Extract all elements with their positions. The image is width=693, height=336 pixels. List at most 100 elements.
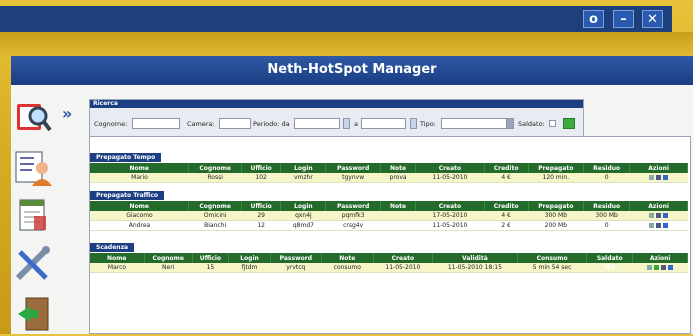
window-title-bar: o – ✕	[0, 6, 672, 32]
search-panel: Ricerca Cognome: Camera: Periodo: da a T…	[89, 99, 584, 138]
users-icon[interactable]	[14, 150, 52, 186]
actions-cell	[632, 263, 688, 273]
edit-icon[interactable]	[647, 265, 653, 270]
edit-icon[interactable]	[649, 223, 655, 228]
minimize-button[interactable]: –	[613, 10, 634, 28]
cell	[380, 211, 416, 221]
col-header: Note	[380, 201, 417, 211]
cell: q8md7	[280, 220, 326, 231]
col-header: Credito	[484, 163, 529, 173]
actions-cell	[629, 220, 688, 231]
col-header: Consumo	[517, 253, 588, 263]
date-from-input[interactable]	[294, 118, 340, 129]
search-header: Ricerca	[90, 100, 583, 108]
cell: 200 Mb	[528, 220, 584, 231]
col-header: Azioni	[632, 253, 688, 263]
scadenza-table: Nome Cognome Ufficio Login Password Note…	[90, 253, 688, 273]
save-icon[interactable]	[668, 265, 674, 270]
cell: Bianchi	[188, 220, 242, 231]
tipo-label: Tipo:	[420, 120, 436, 128]
periodo-label: Periodo: da	[253, 120, 290, 128]
renew-icon[interactable]	[654, 265, 660, 270]
cell: 15	[192, 263, 229, 273]
col-header: Login	[280, 201, 327, 211]
col-header: Azioni	[629, 163, 688, 173]
cell: 29	[241, 211, 281, 221]
save-icon[interactable]	[663, 223, 669, 228]
section-title: Scadenza	[90, 243, 135, 252]
table-row[interactable]: Marco Neri 15 fjtdm yrvtcq consumo 11-05…	[90, 263, 688, 273]
col-header: Nome	[90, 201, 190, 211]
cognome-input[interactable]	[132, 118, 180, 129]
cell: 300 Mb	[583, 211, 630, 221]
table-row[interactable]: Giacomo Omicini 29 qxn4j pqmfk3 17-05-20…	[90, 211, 688, 221]
date-to-input[interactable]	[361, 118, 406, 129]
cell: Neri	[144, 263, 193, 273]
camera-label: Camera:	[187, 120, 215, 128]
calendar-to-icon[interactable]	[410, 118, 417, 129]
print-icon[interactable]	[656, 213, 662, 218]
edit-icon[interactable]	[649, 213, 655, 218]
cell: 17-05-2010	[415, 211, 485, 221]
save-icon[interactable]	[663, 175, 669, 180]
calendar-from-icon[interactable]	[343, 118, 350, 129]
cell: 11-05-2010 18:15	[432, 263, 518, 273]
col-header: Cognome	[188, 163, 242, 173]
cell: 0	[583, 220, 630, 231]
col-header: Creato	[373, 253, 433, 263]
cell: Omicini	[188, 211, 242, 221]
col-header: Nome	[90, 163, 190, 173]
save-icon[interactable]	[663, 213, 669, 218]
chevron-down-icon[interactable]	[506, 118, 514, 129]
col-header: Creato	[415, 163, 485, 173]
col-header: Ufficio	[241, 201, 282, 211]
col-header: Nome	[90, 253, 145, 263]
print-icon[interactable]	[656, 223, 662, 228]
settings-icon[interactable]	[14, 246, 52, 282]
cell: pqmfk3	[325, 211, 381, 221]
col-header: Saldato	[586, 253, 634, 263]
edit-icon[interactable]	[649, 175, 655, 180]
search-button[interactable]	[563, 118, 575, 129]
cell: yrvtcq	[270, 263, 322, 273]
close-button[interactable]: ✕	[642, 10, 663, 28]
app-title: Neth-HotSpot Manager	[267, 62, 437, 77]
cell: 5 min 54 sec	[517, 263, 587, 273]
col-header: Residuo	[583, 163, 631, 173]
col-header: Cognome	[188, 201, 242, 211]
reports-icon[interactable]	[16, 198, 54, 234]
cell: 300 Mb	[528, 211, 584, 221]
search-icon[interactable]	[14, 98, 52, 134]
to-label: a	[354, 120, 358, 128]
exit-icon[interactable]	[16, 296, 54, 332]
col-header: Azioni	[629, 201, 688, 211]
section-title: Prepagato Tempo	[90, 153, 162, 162]
window-menu-button[interactable]: o	[583, 10, 604, 28]
col-header: Creato	[415, 201, 485, 211]
traffico-table: Nome Cognome Ufficio Login Password Note…	[90, 201, 688, 231]
cell: Andrea	[90, 220, 189, 231]
cell: 11-05-2010	[415, 220, 485, 231]
camera-input[interactable]	[219, 118, 251, 129]
cell: 11-05-2010	[373, 263, 433, 273]
col-header: Prepagato	[528, 163, 585, 173]
saldato-label: Saldato:	[518, 120, 545, 128]
saldato-checkbox[interactable]	[549, 120, 556, 127]
background-band	[0, 32, 693, 56]
table-row[interactable]: Andrea Bianchi 12 q8md7 crsg4v 11-05-201…	[90, 220, 688, 231]
section-scadenza: Scadenza Nome Cognome Ufficio Login Pass…	[90, 234, 688, 273]
print-icon[interactable]	[661, 265, 667, 270]
col-header: Login	[280, 163, 327, 173]
tipo-select[interactable]	[441, 118, 513, 129]
section-title: Prepagato Traffico	[90, 191, 165, 200]
section-prepagato-tempo: Prepagato Tempo Nome Cognome Ufficio Log…	[90, 144, 688, 183]
col-header: Login	[228, 253, 272, 263]
cell: qxn4j	[280, 211, 326, 221]
col-header: Note	[380, 163, 417, 173]
cell: 12	[241, 220, 281, 231]
cell: crsg4v	[325, 220, 381, 231]
print-icon[interactable]	[656, 175, 662, 180]
section-prepagato-traffico: Prepagato Traffico Nome Cognome Ufficio …	[90, 182, 688, 231]
expand-arrow-icon[interactable]: »	[62, 104, 72, 123]
col-header: Password	[270, 253, 322, 263]
